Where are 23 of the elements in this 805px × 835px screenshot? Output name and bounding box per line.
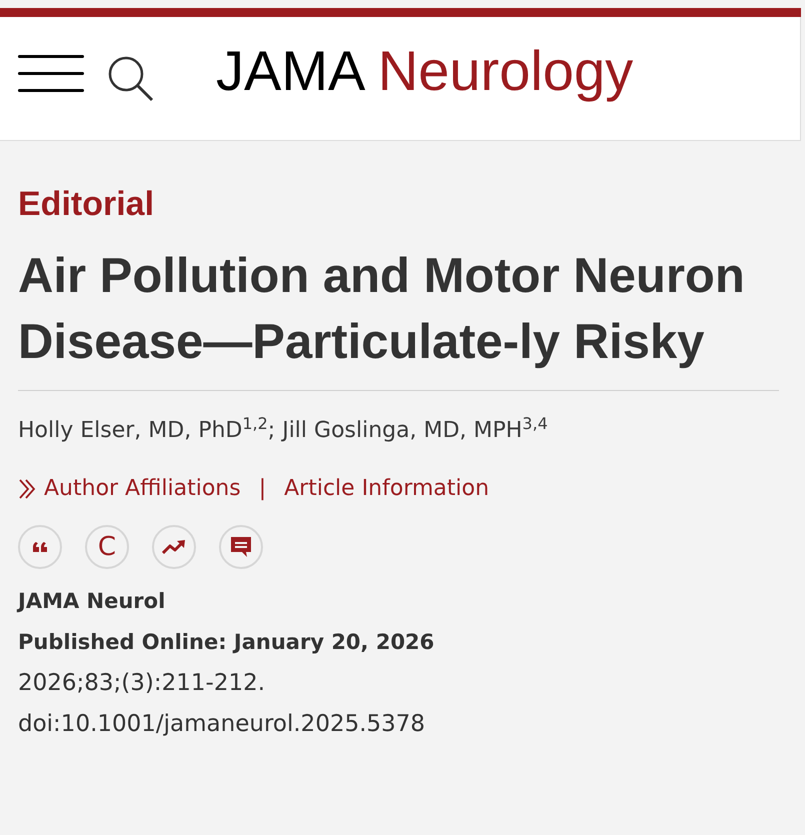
citation: 2026;83;(3):211-212. — [18, 669, 266, 698]
action-button[interactable]: C — [85, 525, 129, 569]
quote-icon — [33, 542, 47, 552]
author-list: Holly Elser, MD, PhD$^{1,2}$; Jill Goslinga, MD, MPH$^{3,4}$ — [18, 417, 783, 445]
link-separator: | — [258, 475, 266, 503]
menu-button[interactable] — [18, 55, 84, 92]
action-button[interactable] — [152, 525, 196, 569]
journal-abbrev: JAMA Neurol — [18, 588, 166, 615]
search-button[interactable] — [108, 56, 154, 102]
article-type: Editorial — [18, 185, 156, 223]
journal-logo[interactable]: JAMA Neurology — [216, 42, 634, 104]
trend-up-icon — [162, 540, 186, 554]
article-info-link[interactable]: Article Information — [284, 475, 490, 503]
author-affiliations-link[interactable]: Author Affiliations — [44, 475, 241, 503]
search-icon — [108, 56, 154, 102]
double-chevron-icon[interactable] — [18, 479, 36, 499]
action-button[interactable] — [219, 525, 263, 569]
publication-date: Published Online: January 20, 2026 — [18, 629, 436, 656]
doi: doi:10.1001/jamaneurol.2025.5378 — [18, 710, 426, 739]
comment-icon — [230, 536, 252, 558]
article-title: Air Pollution and Motor Neuron Disease—Particulate-ly Risky — [18, 248, 746, 371]
permissions-letter: C — [98, 534, 116, 560]
action-button[interactable] — [18, 525, 62, 569]
